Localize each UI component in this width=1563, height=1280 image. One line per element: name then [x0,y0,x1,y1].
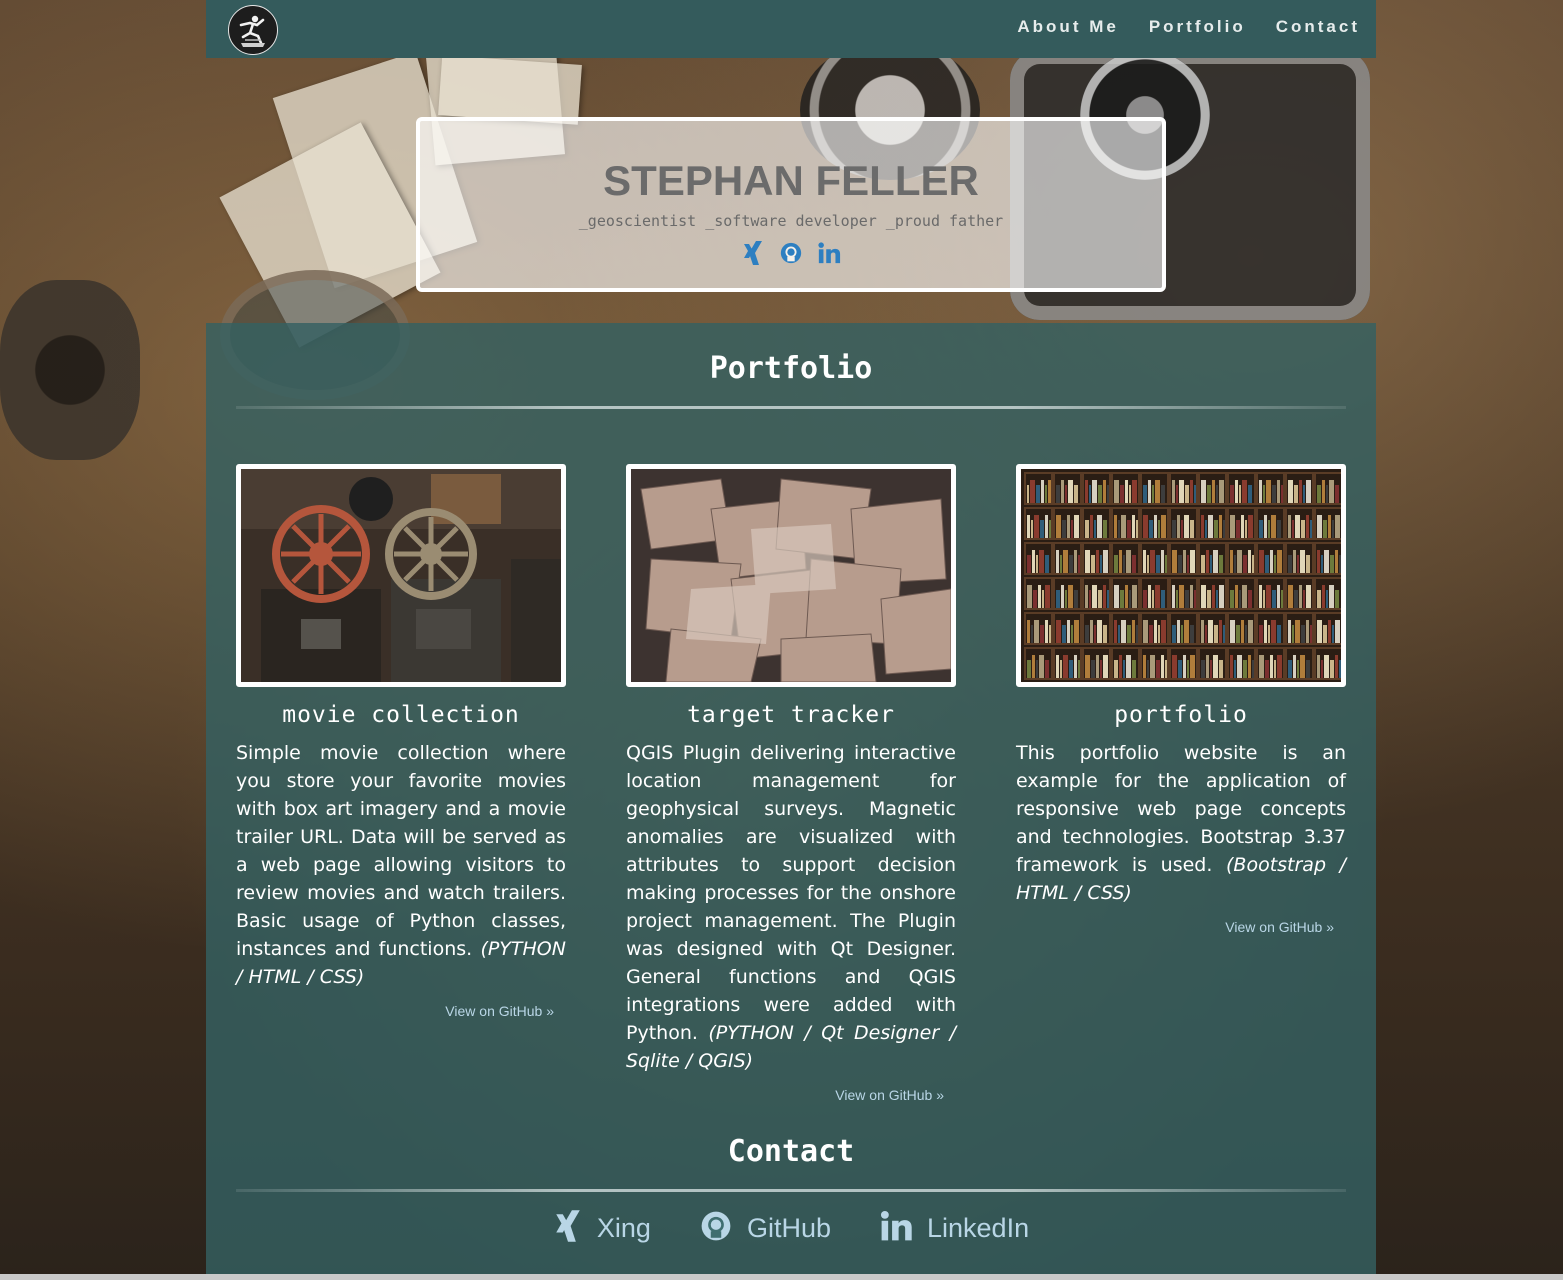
project-description: This portfolio website is an example for… [1016,739,1346,941]
scattered-maps-image[interactable] [626,464,956,687]
project-card-portfolio: portfolio This portfolio website is an e… [1016,464,1346,935]
contact-divider [236,1189,1346,1192]
contact-xing-link[interactable]: Xing [553,1209,651,1247]
portfolio-heading: Portfolio [709,351,873,386]
project-description: QGIS Plugin delivering interactive locat… [626,739,956,1109]
contact-github-label: GitHub [746,1212,831,1243]
film-reels-image[interactable] [236,464,566,687]
background-twine-spool [0,280,140,460]
xing-icon [553,1209,583,1247]
project-description-text: Simple movie collection where you store … [236,742,566,960]
hero-social-links [420,239,1162,267]
window-bottom-edge [0,1274,1563,1280]
linkedin-icon [879,1209,913,1247]
nav-contact[interactable]: Contact [1276,17,1360,37]
github-icon[interactable] [779,239,803,267]
project-title: portfolio [1114,702,1248,728]
view-on-github-link[interactable]: View on GitHub » [236,997,566,1025]
portfolio-panel: Portfolio movie collection Simple movie … [206,323,1376,1274]
nav-links: About Me Portfolio Contact [1017,0,1360,54]
github-icon [699,1209,733,1247]
nav-about-me[interactable]: About Me [1017,17,1118,37]
project-title: target tracker [687,702,895,728]
linkedin-icon[interactable] [817,239,841,267]
view-on-github-link[interactable]: View on GitHub » [626,1081,956,1109]
project-description: Simple movie collection where you store … [236,739,566,1025]
contact-linkedin-link[interactable]: LinkedIn [879,1209,1029,1247]
background-postcard [438,55,582,125]
hero-name: STEPHAN FELLER [603,157,979,204]
xing-icon[interactable] [741,239,765,267]
nav-portfolio[interactable]: Portfolio [1149,17,1246,37]
contact-linkedin-label: LinkedIn [927,1212,1030,1243]
portfolio-divider [236,406,1346,409]
contact-links: Xing GitHub LinkedIn [206,1209,1376,1247]
project-card-movie-collection: movie collection Simple movie collection… [236,464,566,1019]
project-title: movie collection [282,702,520,728]
hero-tagline: _geoscientist _software developer _proud… [578,212,1004,230]
bookshelf-image[interactable] [1016,464,1346,687]
runner-logo-icon[interactable] [228,5,278,55]
project-card-target-tracker: target tracker QGIS Plugin delivering in… [626,464,956,1103]
contact-xing-label: Xing [596,1212,651,1243]
project-description-text: QGIS Plugin delivering interactive locat… [626,742,956,1044]
contact-github-link[interactable]: GitHub [699,1209,831,1247]
contact-heading: Contact [727,1134,855,1169]
navbar: About Me Portfolio Contact [206,0,1376,58]
hero-card: STEPHAN FELLER _geoscientist _software d… [416,117,1166,292]
view-on-github-link[interactable]: View on GitHub » [1016,913,1346,941]
